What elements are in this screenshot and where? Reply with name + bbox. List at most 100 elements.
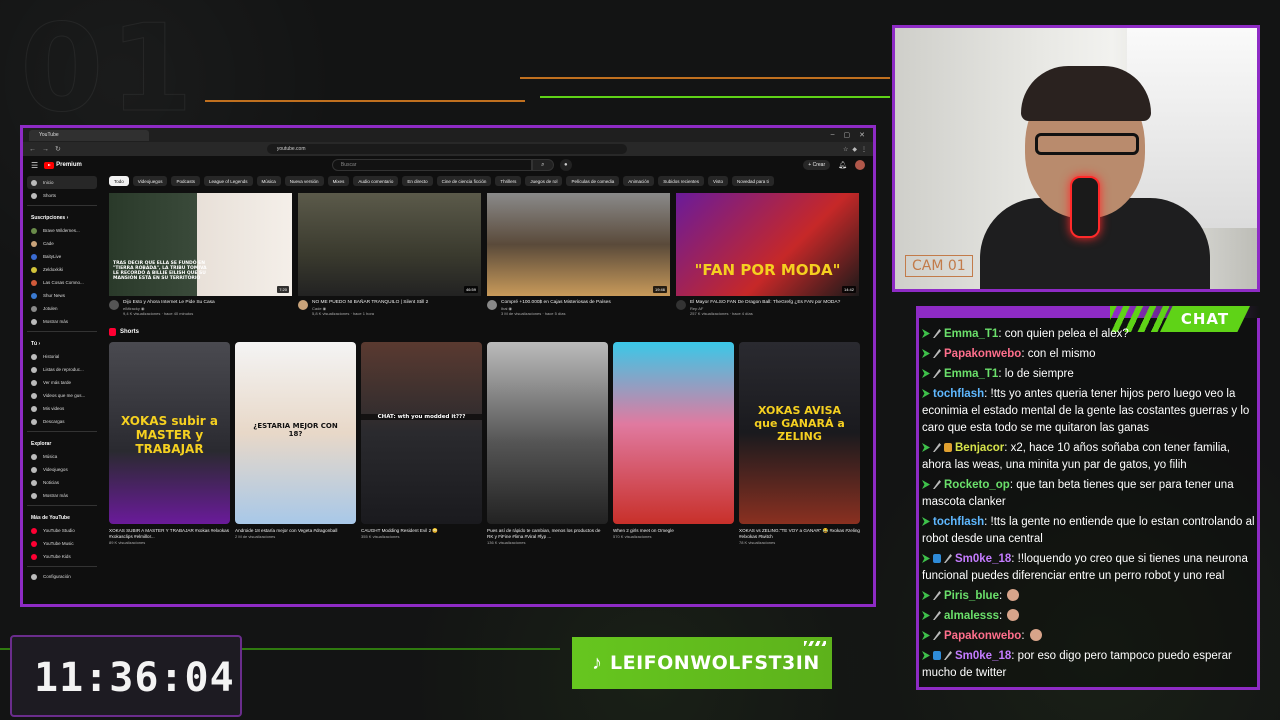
chip[interactable]: Nueva versión [284, 176, 324, 186]
chip[interactable]: Audio comentario [353, 176, 399, 186]
video-thumbnail[interactable]: 19:46 [487, 193, 670, 296]
video-card[interactable]: "FAN POR MODA" 14:42 El Mayor FALSO FAN … [676, 193, 859, 316]
sidebar-item-shorts[interactable]: Shorts [27, 189, 97, 202]
sidebar-show-more[interactable]: Mostrar más [27, 489, 97, 502]
chip[interactable]: Mixes [327, 176, 350, 186]
channel-avatar[interactable] [298, 300, 308, 310]
chip[interactable]: Podcasts [171, 176, 200, 186]
account-avatar[interactable] [855, 160, 865, 170]
youtube-logo[interactable]: Premium [44, 161, 82, 169]
chip[interactable]: Películas de comedia [566, 176, 620, 186]
sidebar-item-yt-kids[interactable]: YouTube Kids [27, 550, 97, 563]
chat-username[interactable]: tochflash [933, 516, 984, 528]
video-card[interactable]: 46:59 NO ME PUEDO NI BAÑAR TRANQUILO | S… [298, 193, 481, 316]
voice-search-button[interactable]: ● [559, 159, 572, 171]
channel-avatar[interactable] [676, 300, 686, 310]
sidebar-subscription[interactable]: Shur News [27, 289, 97, 302]
search-button[interactable]: ⌕ [531, 159, 554, 171]
minimize-icon[interactable]: – [831, 131, 835, 139]
short-thumbnail[interactable] [613, 342, 734, 524]
video-title[interactable]: El Mayor FALSO FAN De Dragon Ball: TheGr… [690, 300, 840, 306]
sidebar-item-inicio[interactable]: Inicio [27, 176, 97, 189]
chip[interactable]: League of Legends [203, 176, 253, 186]
sidebar-item-gaming[interactable]: Videojuegos [27, 463, 97, 476]
video-card[interactable]: TRAS DECIR QUE ELLA SE FUNDÓ EN "TIERRA … [109, 193, 292, 316]
short-title[interactable]: XOKAS vs ZELING:"TE VOY a GANAR" 😂 #xoka… [739, 528, 860, 540]
subscriptions-heading[interactable]: Suscripciones › [27, 209, 97, 224]
chat-username[interactable]: Papakonwebo [944, 348, 1021, 360]
chip[interactable]: Videojuegos [132, 176, 168, 186]
create-button[interactable]: + Crear [803, 160, 831, 170]
hamburger-icon[interactable]: ☰ [31, 161, 38, 170]
short-title[interactable]: Pues así de rápido te cambian, menos los… [487, 528, 608, 540]
extension-icon[interactable]: ◆ [852, 146, 857, 153]
sidebar-subscription[interactable]: Jotulen [27, 302, 97, 315]
short-card[interactable]: ¿ESTARIA MEJOR CON 18? Androide 18 estar… [235, 342, 356, 545]
video-thumbnail[interactable]: "FAN POR MODA" 14:42 [676, 193, 859, 296]
chip[interactable]: Thrillers [495, 176, 522, 186]
sidebar-item-music[interactable]: Música [27, 450, 97, 463]
sidebar-item-historial[interactable]: Historial [27, 350, 97, 363]
chat-username[interactable]: Benjacor [955, 442, 1004, 454]
chat-username[interactable]: Sm0ke_18 [955, 553, 1011, 565]
sidebar-item-settings[interactable]: Configuración [27, 570, 97, 583]
sidebar-item-yt-music[interactable]: YouTube Music [27, 537, 97, 550]
chat-username[interactable]: Rocketo_op [944, 479, 1010, 491]
url-field[interactable]: youtube.com [266, 144, 627, 154]
channel-avatar[interactable] [487, 300, 497, 310]
channel-avatar[interactable] [109, 300, 119, 310]
sidebar-item-liked[interactable]: Videos que me gus... [27, 389, 97, 402]
browser-tab[interactable]: YouTube [29, 129, 149, 141]
search-input[interactable]: Buscar [331, 159, 532, 171]
chat-username[interactable]: Piris_blue [944, 590, 999, 602]
sidebar-item-watch-later[interactable]: Ver más tarde [27, 376, 97, 389]
short-title[interactable]: XOKAS SUBIR A MASTER Y TRABAJAR #xokas #… [109, 528, 230, 540]
short-card[interactable]: CHAT: wth you modded it??? CAUGHT Moddin… [361, 342, 482, 545]
short-thumbnail[interactable]: XOKAS subir a MASTER y TRABAJAR [109, 342, 230, 524]
video-card[interactable]: 19:46 Compré +100.000$ en Cajas Misterio… [487, 193, 670, 316]
back-icon[interactable]: ← [29, 146, 36, 153]
chat-username[interactable]: tochflash [933, 388, 984, 400]
sidebar-subscription[interactable]: Cade [27, 237, 97, 250]
bookmark-icon[interactable]: ☆ [843, 146, 848, 153]
sidebar-subscription[interactable]: Zeldoxkiki [27, 263, 97, 276]
sidebar-subscription[interactable]: Brave Wildernes... [27, 224, 97, 237]
chip[interactable]: Visto [708, 176, 728, 186]
chip[interactable]: Cine de ciencia ficción [436, 176, 492, 186]
you-heading[interactable]: Tú › [27, 335, 97, 350]
chip[interactable]: Animación [623, 176, 655, 186]
short-card[interactable]: Pues así de rápido te cambian, menos los… [487, 342, 608, 545]
chip[interactable]: En directo [402, 176, 433, 186]
sidebar-subscription[interactable]: Las Cosas Comno... [27, 276, 97, 289]
video-thumbnail[interactable]: TRAS DECIR QUE ELLA SE FUNDÓ EN "TIERRA … [109, 193, 292, 296]
chat-username[interactable]: Papakonwebo [944, 630, 1021, 642]
short-card[interactable]: XOKAS subir a MASTER y TRABAJAR XOKAS SU… [109, 342, 230, 545]
chat-username[interactable]: almalesss [944, 610, 999, 622]
chat-username[interactable]: Emma_T1 [944, 368, 998, 380]
short-thumbnail[interactable]: ¿ESTARIA MEJOR CON 18? [235, 342, 356, 524]
short-card[interactable]: When 2 girls meet on Omegle 570 K visual… [613, 342, 734, 545]
chip[interactable]: Subidos recientes [658, 176, 705, 186]
short-thumbnail[interactable]: XOKAS AVISA que GANARÁ a ZELING [739, 342, 860, 524]
chat-username[interactable]: Emma_T1 [944, 328, 998, 340]
forward-icon[interactable]: → [42, 146, 49, 153]
video-title[interactable]: NO ME PUEDO NI BAÑAR TRANQUILO | Silent … [312, 300, 428, 306]
chat-username[interactable]: Sm0ke_18 [955, 650, 1011, 662]
short-card[interactable]: XOKAS AVISA que GANARÁ a ZELING XOKAS vs… [739, 342, 860, 545]
sidebar-item-downloads[interactable]: Descargas [27, 415, 97, 428]
sidebar-subscription[interactable]: BaityLive [27, 250, 97, 263]
sidebar-item-my-videos[interactable]: Mis videos [27, 402, 97, 415]
maximize-icon[interactable]: ▢ [844, 131, 851, 139]
close-icon[interactable]: ✕ [859, 131, 865, 139]
chip[interactable]: Novedad para ti [731, 176, 774, 186]
chip-todo[interactable]: Todo [109, 176, 129, 186]
menu-icon[interactable]: ⋮ [861, 146, 867, 153]
chip[interactable]: Juegos de rol [525, 176, 563, 186]
reload-icon[interactable]: ↻ [55, 145, 61, 153]
chip[interactable]: Música [256, 176, 281, 186]
sidebar-show-more[interactable]: Mostrar más [27, 315, 97, 328]
short-thumbnail[interactable] [487, 342, 608, 524]
notifications-icon[interactable]: 🔔︎ [838, 161, 847, 169]
video-thumbnail[interactable]: 46:59 [298, 193, 481, 296]
video-title[interactable]: Compré +100.000$ en Cajas Misteriosas de… [501, 300, 611, 306]
